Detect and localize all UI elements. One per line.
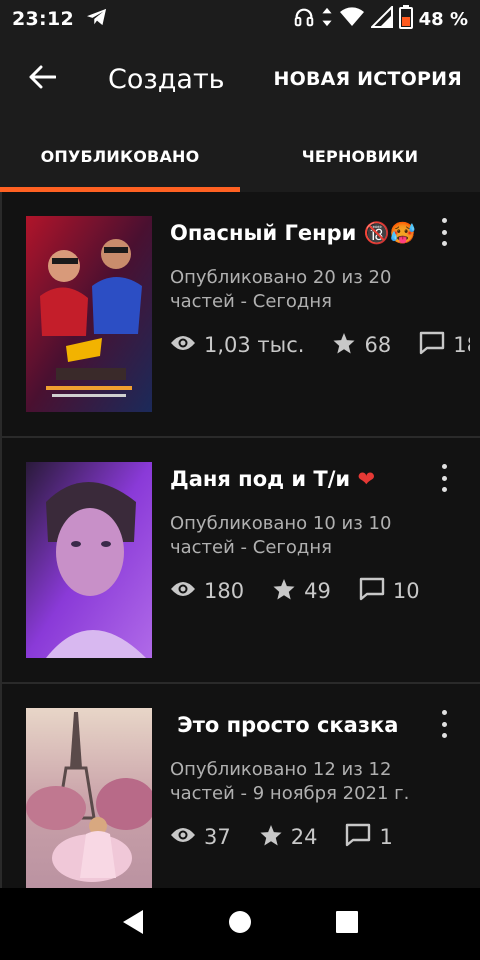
story-meta-parts: Опубликовано 10 из 10 bbox=[170, 513, 392, 534]
comments-count: 10 bbox=[392, 579, 420, 603]
story-cover-image[interactable] bbox=[26, 462, 152, 658]
story-stats: 180 49 10 bbox=[170, 576, 470, 606]
tab-bar: ОПУБЛИКОВАНО ЧЕРНОВИКИ bbox=[0, 120, 480, 192]
story-meta: Опубликовано 20 из 20 частей - Сегодня bbox=[170, 266, 440, 314]
cell-signal-icon bbox=[369, 4, 393, 32]
tab-drafts[interactable]: ЧЕРНОВИКИ bbox=[240, 120, 480, 192]
story-stats: 37 24 1 bbox=[170, 822, 470, 852]
story-meta: Опубликовано 12 из 12 частей - 9 ноября … bbox=[170, 758, 440, 806]
votes-stat: 68 bbox=[332, 332, 391, 359]
nav-back-button[interactable] bbox=[113, 904, 153, 944]
story-meta: Опубликовано 10 из 10 частей - Сегодня bbox=[170, 512, 440, 560]
votes-count: 68 bbox=[364, 333, 392, 357]
story-cover-image[interactable] bbox=[26, 216, 152, 412]
star-icon bbox=[272, 578, 296, 605]
heart-emoji: ❤ bbox=[357, 467, 376, 491]
votes-stat: 24 bbox=[259, 824, 318, 851]
tab-published[interactable]: ОПУБЛИКОВАНО bbox=[0, 120, 240, 192]
story-title-emoji: 🔞🥵 bbox=[363, 221, 416, 245]
more-vert-dot bbox=[441, 475, 447, 481]
status-time: 23:12 bbox=[12, 8, 74, 30]
more-vert-dot bbox=[441, 241, 447, 246]
more-vert-dot bbox=[441, 721, 447, 727]
comments-stat: 1 bbox=[345, 823, 393, 852]
story-title[interactable]: Даня под и Т/и ❤ bbox=[170, 467, 375, 491]
more-vert-icon bbox=[441, 218, 447, 223]
more-vert-icon bbox=[441, 464, 447, 469]
story-cover-image[interactable] bbox=[26, 708, 152, 888]
story-title[interactable]: Опасный Генри 🔞🥵 bbox=[170, 221, 416, 246]
story-meta-date: частей - Сегодня bbox=[170, 537, 332, 558]
star-icon bbox=[259, 824, 283, 851]
eye-icon bbox=[170, 825, 196, 849]
story-stats: 1,03 тыс. 68 18 bbox=[170, 330, 470, 360]
story-title-text: Даня под и Т/и bbox=[170, 467, 351, 491]
system-nav-bar bbox=[0, 888, 480, 960]
comments-stat: 10 bbox=[359, 577, 420, 606]
data-arrows-icon bbox=[321, 6, 333, 32]
eye-icon bbox=[170, 333, 196, 357]
telegram-icon bbox=[86, 7, 108, 31]
story-meta-parts: Опубликовано 20 из 20 bbox=[170, 267, 392, 288]
nav-home-button[interactable] bbox=[220, 904, 260, 944]
more-options-button[interactable] bbox=[434, 218, 454, 246]
page-title: Создать bbox=[108, 63, 225, 95]
status-bar: 23:12 48 % bbox=[0, 0, 480, 38]
story-card[interactable]: Это просто сказка Опубликовано 12 из 12 … bbox=[0, 684, 480, 888]
more-vert-icon bbox=[441, 710, 447, 715]
battery-percent: 48 % bbox=[418, 8, 468, 30]
comments-stat: 18 bbox=[419, 331, 470, 360]
comments-count: 1 bbox=[379, 825, 393, 849]
headphones-icon bbox=[293, 6, 315, 32]
story-meta-parts: Опубликовано 12 из 12 bbox=[170, 759, 392, 780]
votes-count: 49 bbox=[304, 579, 331, 603]
views-count: 180 bbox=[204, 579, 245, 603]
views-stat: 37 bbox=[170, 825, 231, 849]
star-icon bbox=[332, 332, 356, 359]
arrow-back-icon bbox=[28, 65, 57, 93]
story-card[interactable]: Опасный Генри 🔞🥵 Опубликовано 20 из 20 ч… bbox=[0, 192, 480, 438]
more-vert-dot bbox=[441, 733, 447, 738]
story-meta-date: частей - Сегодня bbox=[170, 291, 332, 312]
new-story-button[interactable]: НОВАЯ ИСТОРИЯ bbox=[274, 68, 463, 90]
story-list: Опасный Генри 🔞🥵 Опубликовано 20 из 20 ч… bbox=[0, 192, 480, 888]
story-card[interactable]: Даня под и Т/и ❤ Опубликовано 10 из 10 ч… bbox=[0, 438, 480, 684]
views-count: 37 bbox=[204, 825, 231, 849]
story-title[interactable]: Это просто сказка bbox=[170, 713, 398, 737]
triangle-back-icon bbox=[121, 909, 145, 939]
eye-icon bbox=[170, 579, 196, 603]
app-bar: Создать НОВАЯ ИСТОРИЯ bbox=[0, 38, 480, 120]
square-recents-icon bbox=[335, 911, 358, 937]
more-vert-dot bbox=[441, 229, 447, 235]
comment-icon bbox=[419, 331, 445, 360]
battery-icon bbox=[398, 5, 413, 33]
wifi-icon bbox=[339, 6, 365, 32]
more-options-button[interactable] bbox=[434, 464, 454, 492]
story-meta-date: частей - 9 ноября 2021 г. bbox=[170, 783, 410, 804]
views-count: 1,03 тыс. bbox=[204, 333, 305, 357]
story-title-text: Опасный Генри bbox=[170, 221, 357, 245]
more-vert-dot bbox=[441, 487, 447, 492]
back-button[interactable] bbox=[0, 38, 84, 120]
circle-home-icon bbox=[228, 910, 252, 938]
comment-icon bbox=[359, 577, 385, 606]
story-title-text: Это просто сказка bbox=[170, 713, 399, 737]
more-options-button[interactable] bbox=[434, 710, 454, 738]
nav-recents-button[interactable] bbox=[327, 904, 367, 944]
views-stat: 1,03 тыс. bbox=[170, 333, 304, 357]
views-stat: 180 bbox=[170, 579, 244, 603]
comment-icon bbox=[345, 823, 371, 852]
votes-stat: 49 bbox=[272, 578, 331, 605]
comments-count: 18 bbox=[453, 333, 470, 357]
votes-count: 24 bbox=[290, 825, 318, 849]
